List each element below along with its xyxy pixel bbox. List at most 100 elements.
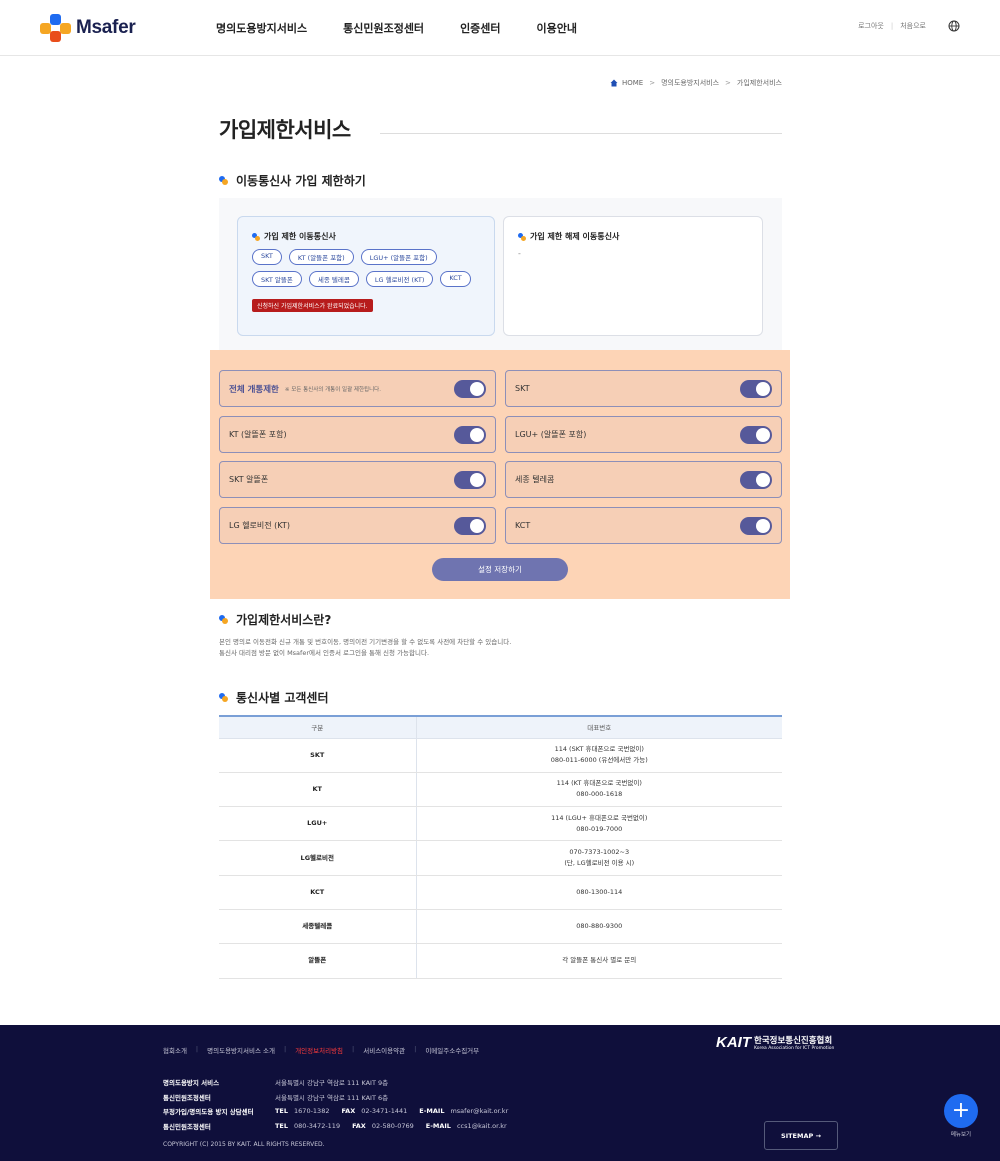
nav-item-auth-center[interactable]: 인증센터: [460, 20, 500, 36]
save-settings-button[interactable]: 설정 저장하기: [432, 558, 568, 581]
toggle-description: ※ 모든 통신사의 개통이 일괄 제한됩니다.: [284, 386, 381, 393]
breadcrumb-separator: >: [725, 79, 731, 87]
table-row: KT 114 (KT 휴대폰으로 국번없이) 080-000-1618: [219, 772, 782, 808]
footer-info-label: 명의도용방지 서비스: [163, 1079, 220, 1088]
tel-label: TEL: [275, 1107, 289, 1116]
footer-info-label: 통신민원조정센터: [163, 1093, 211, 1102]
switch-knob: [470, 382, 484, 396]
email-value: msafer@kait.or.kr: [450, 1107, 509, 1116]
utility-links: 로그아웃 | 처음으로: [858, 20, 960, 32]
footer-link-terms[interactable]: 서비스이용약관: [363, 1045, 405, 1055]
table-row: SKT 114 (SKT 휴대폰으로 국번없이) 080-011-6000 (유선…: [219, 738, 782, 773]
kait-text: 한국정보통신진흥협회 Korea Association for ICT Pro…: [754, 1034, 834, 1051]
restriction-status-box: 가입 제한 이동통신사 SKT KT (알뜰폰 포함) LGU+ (알뜰폰 포함…: [219, 198, 782, 350]
footer-link-about[interactable]: 협회소개: [163, 1045, 187, 1055]
phone-line: 080-011-6000 (유선에서만 가능): [550, 756, 648, 765]
phone-line: 114 (LGU+ 휴대폰으로 국번없이): [551, 813, 648, 822]
toggle-row-lgu: LGU+ (알뜰폰 포함): [505, 416, 782, 453]
fax-value: 02-580-0769: [371, 1121, 414, 1130]
switch-knob: [470, 428, 484, 442]
released-carriers-value: -: [518, 249, 521, 258]
section-title-restrict: 이동통신사 가입 제한하기: [219, 172, 366, 189]
toggle-switch-skt[interactable]: [740, 380, 772, 398]
toggle-switch-skt-mvno[interactable]: [454, 471, 486, 489]
released-carriers-card: 가입 제한 해제 이동통신사 -: [503, 216, 763, 336]
switch-knob: [756, 473, 770, 487]
switch-knob: [470, 473, 484, 487]
switch-knob: [470, 519, 484, 533]
restricted-card-title-text: 가입 제한 이동통신사: [264, 232, 336, 241]
footer-links: 협회소개 | 명의도용방지서비스 소개 | 개인정보처리방침 | 서비스이용약관…: [163, 1045, 479, 1055]
breadcrumb-level1[interactable]: 명의도용방지서비스: [661, 78, 719, 88]
toggle-switch-kct[interactable]: [740, 517, 772, 535]
home-link[interactable]: 처음으로: [900, 21, 926, 31]
kait-name: 한국정보통신진흥협회: [754, 1036, 833, 1046]
copyright: COPYRIGHT (C) 2015 BY KAIT. ALL RIGHTS R…: [163, 1141, 325, 1148]
table-row: LGU+ 114 (LGU+ 휴대폰으로 국번없이) 080-019-7000: [219, 806, 782, 842]
switch-knob: [756, 382, 770, 396]
phone-cell: 080-1300-114: [416, 875, 782, 910]
section-title-text: 통신사별 고객센터: [236, 691, 329, 705]
logo-mark-icon: [40, 14, 72, 42]
globe-icon[interactable]: [948, 20, 960, 32]
sitemap-button[interactable]: SITEMAP →: [764, 1121, 838, 1150]
phone-line: 070-7373-1002~3: [569, 848, 630, 857]
toggle-label: SKT: [515, 384, 530, 393]
section-bullet-icon: [219, 614, 229, 625]
breadcrumb: HOME > 명의도용방지서비스 > 가입제한서비스: [610, 78, 782, 88]
phone-line: 080-019-7000: [576, 824, 623, 833]
logo-text: Msafer: [76, 17, 136, 38]
carrier-name-cell: 알뜰폰: [219, 943, 417, 979]
title-divider: [380, 133, 782, 134]
section-title-customer-center: 통신사별 고객센터: [219, 689, 329, 706]
carrier-chip: SKT 알뜰폰: [252, 271, 302, 287]
email-label: E-MAIL: [425, 1121, 451, 1130]
nav-item-complaint-center[interactable]: 통신민원조정센터: [343, 20, 424, 36]
carrier-chip: LGU+ (알뜰폰 포함): [360, 249, 437, 265]
fax-label: FAX: [352, 1121, 366, 1130]
toggle-switch-lg-hellovision[interactable]: [454, 517, 486, 535]
footer-info-label: 통신민원조정센터: [163, 1122, 211, 1131]
section-bullet-icon: [219, 175, 229, 186]
column-header: 구분: [219, 716, 417, 739]
fax-value: 02-3471-1441: [361, 1107, 408, 1116]
footer-info: 명의도용방지 서비스 서울특별시 강남구 역삼로 111 KAIT 9층 통신민…: [163, 1075, 508, 1133]
footer-contact-row: 부정가입/명의도용 방지 상담센터 TEL 1670-1382 FAX 02-347…: [163, 1104, 508, 1119]
footer-link-email-refusal[interactable]: 이메일주소수집거부: [425, 1045, 479, 1055]
toggle-switch-lgu[interactable]: [740, 426, 772, 444]
footer-info-value: 서울특별시 강남구 역삼로 111 KAIT 9층: [275, 1079, 389, 1088]
toggle-switch-kt[interactable]: [454, 426, 486, 444]
switch-knob: [756, 519, 770, 533]
released-card-title: 가입 제한 해제 이동통신사: [518, 231, 748, 242]
carrier-name-cell: SKT: [219, 738, 417, 773]
phone-line: 114 (KT 휴대폰으로 국번없이): [556, 779, 642, 788]
toggle-label: SKT 알뜰폰: [229, 475, 269, 484]
carrier-name-cell: LG헬로비전: [219, 840, 417, 876]
phone-cell: 080-880-9300: [416, 909, 782, 945]
toggle-switch-sejong[interactable]: [740, 471, 772, 489]
kait-english-name: Korea Association for ICT Promotion: [754, 1046, 835, 1051]
tel-value: 080-3472-119: [294, 1121, 341, 1130]
footer-link-privacy[interactable]: 개인정보처리방침: [295, 1045, 343, 1055]
floating-menu-label: 메뉴보기: [950, 1132, 972, 1138]
toggle-row-skt-mvno: SKT 알뜰폰: [219, 461, 496, 498]
logout-link[interactable]: 로그아웃: [858, 21, 884, 31]
msafer-logo[interactable]: Msafer: [40, 14, 136, 42]
footer-info-row: 명의도용방지 서비스 서울특별시 강남구 역삼로 111 KAIT 9층: [163, 1075, 508, 1090]
footer-link-service-intro[interactable]: 명의도용방지서비스 소개: [207, 1045, 275, 1055]
nav-item-identity-protection[interactable]: 명의도용방지서비스: [216, 20, 307, 36]
footer-divider: |: [352, 1045, 355, 1053]
breadcrumb-home[interactable]: HOME: [622, 79, 643, 87]
carrier-chip: KCT: [440, 271, 471, 287]
toggle-switch-all[interactable]: [454, 380, 486, 398]
column-header: 대표번호: [416, 716, 782, 739]
table-row: KCT 080-1300-114: [219, 875, 782, 910]
toggle-label: KT (알뜰폰 포함): [229, 430, 287, 439]
nav-item-guide[interactable]: 이용안내: [537, 20, 577, 36]
breadcrumb-current: 가입제한서비스: [736, 79, 782, 87]
toggle-label: LG 헬로비전 (KT): [229, 521, 290, 530]
floating-menu-button[interactable]: +: [944, 1094, 978, 1128]
kait-logo[interactable]: KAIT 한국정보통신진흥협회 Korea Association for IC…: [716, 1034, 834, 1051]
section-title-about: 가입제한서비스란?: [219, 611, 331, 628]
released-card-title-text: 가입 제한 해제 이동통신사: [530, 232, 620, 241]
